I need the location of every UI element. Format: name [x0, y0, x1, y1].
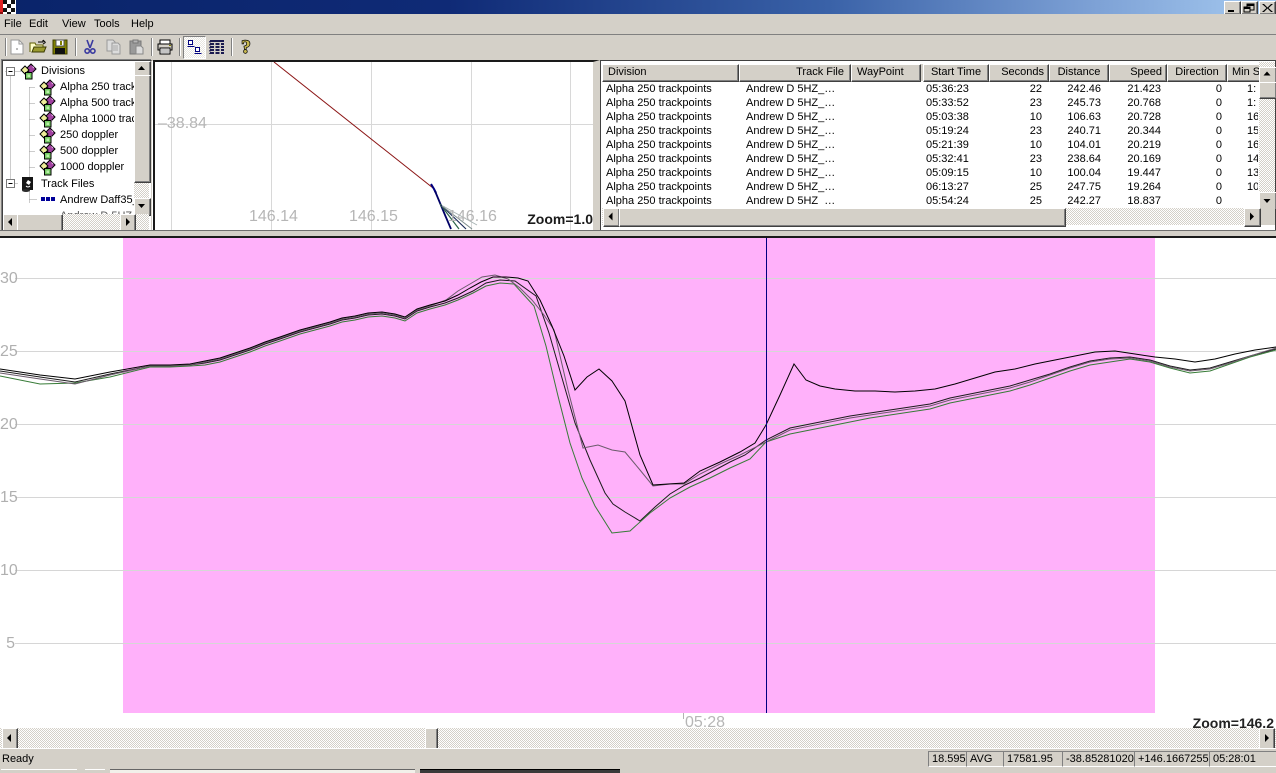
svg-text:?: ?: [241, 37, 251, 57]
